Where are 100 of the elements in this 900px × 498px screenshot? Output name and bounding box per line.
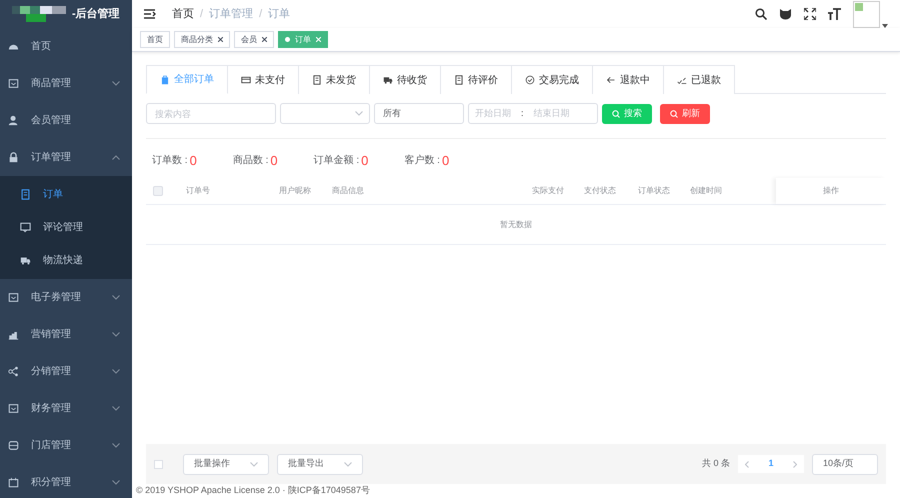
breadcrumb-separator: /: [200, 6, 204, 22]
tag-tab[interactable]: 商品分类: [174, 31, 230, 48]
arrow-left-icon: [606, 75, 616, 85]
stat-label: 订单数 :: [152, 154, 188, 168]
menu-icon[interactable]: [144, 9, 156, 19]
sidebar-item[interactable]: 会员管理: [0, 102, 132, 139]
stat-label: 订单金额 :: [314, 154, 360, 168]
order-tab[interactable]: 待收货: [370, 65, 441, 94]
stat-value: 0: [361, 153, 368, 168]
order-tab[interactable]: 退款中: [593, 65, 664, 94]
sidebar-item[interactable]: 订单管理: [0, 139, 132, 176]
document-icon: [312, 75, 322, 85]
column-header: 订单状态: [638, 185, 671, 197]
store-icon: [8, 440, 19, 451]
chevron-down-icon: [112, 480, 120, 485]
order-tab[interactable]: 交易完成: [512, 65, 593, 94]
copyright-text: © 2019 YSHOP Apache License 2.0 · 陕ICP备17049587号: [136, 484, 370, 498]
column-header: 用户昵称: [279, 185, 312, 197]
batch-export-select[interactable]: 批量导出: [277, 454, 363, 474]
column-header: 商品信息: [332, 185, 365, 197]
order-tab[interactable]: 未支付: [228, 65, 299, 94]
credit-card-icon: [241, 75, 251, 85]
text-size-icon[interactable]: [828, 8, 841, 20]
check-circle-icon: [525, 75, 535, 85]
document-icon: [20, 189, 31, 200]
square-icon: [8, 78, 19, 89]
select-all-checkbox[interactable]: [153, 186, 163, 196]
share-icon: [8, 366, 19, 377]
order-tab[interactable]: 待评价: [441, 65, 512, 94]
empty-text: 暂无数据: [500, 218, 532, 230]
calendar-icon: [8, 477, 19, 488]
sidebar-item[interactable]: 分销管理: [0, 353, 132, 390]
total-count: 共 0 条: [702, 457, 730, 470]
search-field[interactable]: 搜索内容: [146, 103, 276, 124]
chevron-down-icon: [112, 295, 120, 300]
chevron-right-icon: [793, 460, 797, 468]
tag-tab[interactable]: 会员: [234, 31, 274, 48]
order-tab[interactable]: 已退款: [664, 65, 735, 94]
submenu-item[interactable]: 评论管理: [0, 211, 132, 244]
chevron-down-icon: [112, 81, 120, 86]
sidebar-item[interactable]: 财务管理: [0, 390, 132, 427]
sidebar-item[interactable]: 营销管理: [0, 316, 132, 353]
checkbox[interactable]: [154, 460, 163, 468]
close-icon[interactable]: [262, 37, 267, 42]
stat-value: 0: [270, 153, 278, 168]
sidebar-item[interactable]: 商品管理: [0, 65, 132, 102]
column-header: 操作: [823, 185, 839, 197]
chevron-down-icon: [112, 369, 120, 374]
breadcrumb-link[interactable]: 首页: [172, 6, 194, 22]
search-icon[interactable]: [755, 8, 767, 20]
chevron-down-icon: [355, 111, 363, 116]
chevron-down-icon: [344, 462, 352, 466]
chevron-down-icon: [112, 443, 120, 448]
sidebar-item[interactable]: 积分管理: [0, 464, 132, 498]
status-select[interactable]: 所有: [374, 103, 464, 124]
square-icon: [8, 403, 19, 414]
bar-chart-icon: [8, 329, 19, 340]
chat-icon: [20, 222, 31, 233]
chevron-up-icon: [112, 155, 120, 160]
end-date-placeholder: 结束日期: [534, 106, 570, 120]
chevron-down-icon: [250, 462, 258, 466]
chevron-down-icon: [112, 332, 120, 337]
search-icon: [612, 110, 620, 118]
column-header: 订单号: [186, 185, 211, 197]
user-icon: [8, 115, 19, 126]
stat-value: 0: [190, 153, 197, 168]
document-icon: [454, 75, 464, 85]
cat-icon[interactable]: [779, 8, 792, 20]
column-header: 创建时间: [690, 185, 723, 197]
app-title: -后台管理: [72, 6, 120, 22]
submenu-item[interactable]: 物流快递: [0, 244, 132, 277]
caret-icon[interactable]: [882, 24, 888, 28]
page-size-select[interactable]: 10条/页: [812, 454, 878, 474]
tag-tab[interactable]: 首页: [140, 31, 170, 48]
range-separator: :: [521, 106, 524, 120]
breadcrumb-separator: /: [259, 6, 262, 22]
bag-icon: [160, 74, 170, 84]
sidebar-item[interactable]: 首页: [0, 28, 132, 65]
batch-action-select[interactable]: 批量操作: [183, 454, 269, 474]
stat-label: 客户数 :: [404, 154, 440, 168]
chevron-down-icon: [112, 406, 120, 411]
fullscreen-icon[interactable]: [804, 8, 816, 20]
checkmark-line-icon: [677, 75, 687, 85]
start-date-placeholder: 开始日期: [475, 106, 511, 120]
truck-icon: [20, 255, 31, 266]
stat-label: 商品数 :: [232, 154, 268, 168]
date-range-field[interactable]: 开始日期 : 结束日期: [468, 103, 598, 124]
column-header: 支付状态: [584, 185, 617, 197]
order-tab[interactable]: 未发货: [299, 65, 370, 94]
submenu-item[interactable]: 订单: [0, 178, 132, 211]
truck-icon: [383, 75, 393, 85]
stat-value: 0: [442, 153, 450, 168]
sidebar-item[interactable]: 电子券管理: [0, 279, 132, 316]
column-header: 实际支付: [532, 185, 565, 197]
lock-icon: [8, 152, 19, 163]
chevron-left-icon: [745, 460, 749, 468]
sidebar-item[interactable]: 门店管理: [0, 427, 132, 464]
refresh-button[interactable]: 刷新: [660, 104, 710, 124]
square-icon: [8, 292, 19, 303]
close-icon[interactable]: [218, 37, 223, 42]
